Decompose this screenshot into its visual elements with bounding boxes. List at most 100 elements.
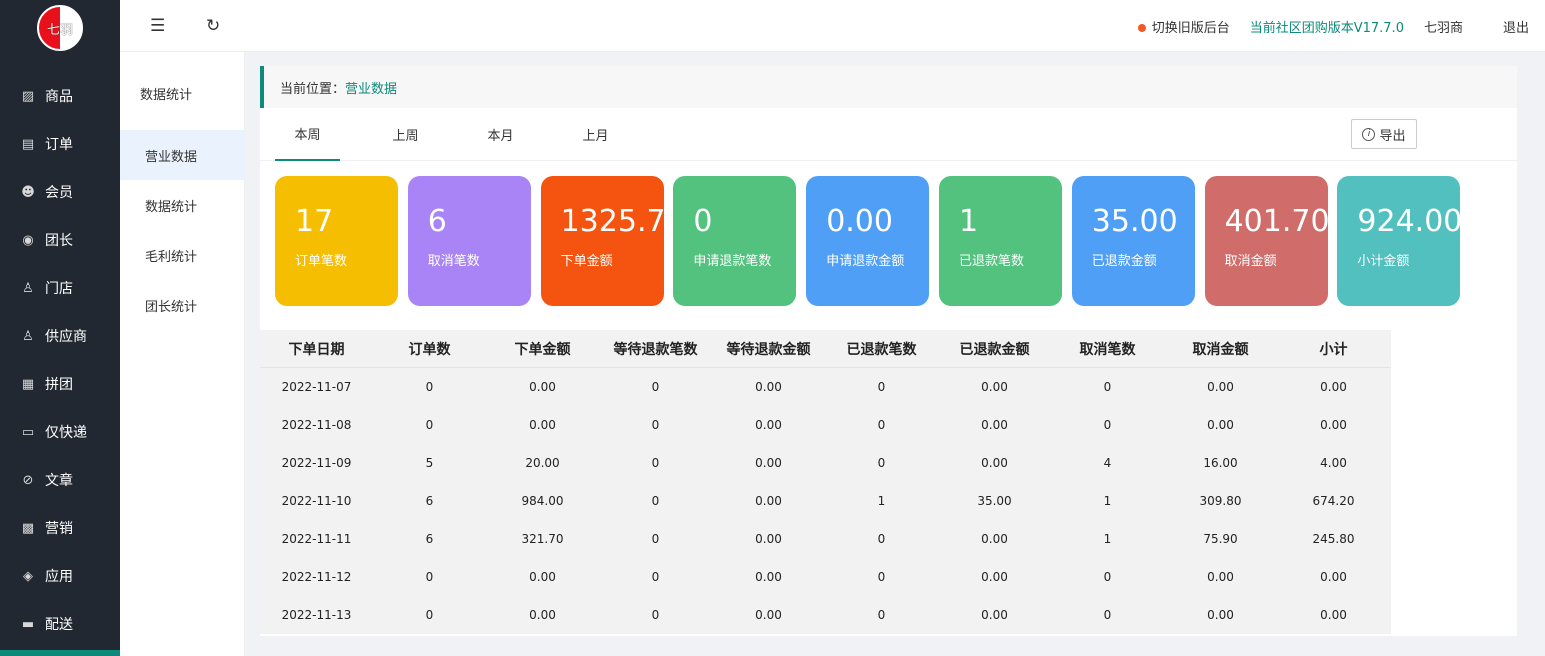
refresh-icon[interactable]: ↻ [206,16,220,36]
table-cell: 0.00 [755,456,782,470]
stat-card: 1325.70 下单金额 [540,176,664,306]
user-name[interactable]: 七羽商 [1424,17,1463,36]
table-cell: 0 [651,608,660,622]
sidebar-item-label: 团长 [45,233,73,249]
tab-3[interactable]: 上月 [563,108,628,161]
stat-card-value: 924.00 [1357,204,1461,239]
stat-card-label: 已退款笔数 [959,254,1025,269]
table-row: 2022-11-13 0 0.00 0 0.00 0 0.00 0 0.00 0.00 [260,596,1391,634]
table-cell: 0.00 [529,570,556,584]
table-cell: 0 [1103,608,1112,622]
sidebar-item-7[interactable]: ▭ 仅快递 [0,408,120,456]
table-cell: 674.20 [1312,494,1355,508]
stat-card-value: 35.00 [1091,204,1178,239]
table-cell: 0.00 [529,608,556,622]
tab-1[interactable]: 上周 [373,108,438,161]
breadcrumb-current[interactable]: 营业数据 [345,78,397,97]
subnav-item-2[interactable]: 毛利统计 [120,230,245,280]
sidebar-item-5[interactable]: ♙ 供应商 [0,312,120,360]
table-cell: 0.00 [981,456,1008,470]
table-header-cell: 小计 [1319,341,1348,358]
sidebar-item-label: 营销 [45,521,73,537]
table-cell: 0.00 [755,380,782,394]
stat-card-label: 已退款金额 [1091,254,1157,269]
sidebar-item-label: 门店 [45,281,73,297]
stat-card: 17 订单笔数 [275,176,398,306]
sub-sidebar: 数据统计 营业数据 数据统计 毛利统计 团长统计 [120,0,245,656]
sidebar-item-4[interactable]: ♙ 门店 [0,264,120,312]
table-cell: 0.00 [1207,380,1234,394]
table-cell: 0.00 [755,532,782,546]
sidebar-item-icon: ◉ [22,232,34,248]
stat-card-value: 1 [959,204,979,239]
table-row: 2022-11-08 0 0.00 0 0.00 0 0.00 0 0.00 0.00 [260,406,1391,444]
sidebar-item-11[interactable]: ▬ 配送 [0,600,120,648]
table-cell: 16.00 [1203,456,1238,470]
table-cell: 309.80 [1199,494,1242,508]
sidebar-item-label: 配送 [45,617,73,633]
sidebar-item-3[interactable]: ◉ 团长 [0,216,120,264]
sidebar-item-0[interactable]: ▨ 商品 [0,72,120,120]
subnav-item-3[interactable]: 团长统计 [120,280,245,330]
table-cell: 0.00 [981,418,1008,432]
sidebar-item-icon: ▬ [21,616,35,632]
sidebar-item-icon: ▩ [21,520,35,536]
tab-0[interactable]: 本周 [275,108,340,161]
table-row: 2022-11-11 6 321.70 0 0.00 0 0.00 1 75.90 245.80 [260,520,1391,558]
sidebar-item-6[interactable]: ▦ 拼团 [0,360,120,408]
stat-card-label: 下单金额 [560,254,613,269]
table-cell: 0 [1103,418,1112,432]
table-cell: 2022-11-09 [281,456,352,470]
table-cell: 0.00 [755,608,782,622]
table-cell: 2022-11-12 [281,570,352,584]
sidebar-item-label: 仅快递 [45,425,87,441]
sidebar-item-icon: ▭ [21,424,35,440]
table-cell: 0 [425,608,434,622]
table-cell: 0 [425,380,434,394]
table-cell: 1 [1103,494,1112,508]
table-cell: 5 [425,456,434,470]
sidebar-item-1[interactable]: ▤ 订单 [0,120,120,168]
subnav-item-1[interactable]: 数据统计 [120,180,245,230]
table-cell: 4 [1103,456,1112,470]
stat-card: 35.00 已退款金额 [1071,176,1195,306]
table-cell: 0 [651,456,660,470]
table-cell: 0 [1103,380,1112,394]
breadcrumb-prefix: 当前位置： [280,81,346,97]
table-cell: 0 [877,380,886,394]
sidebar-item-9[interactable]: ▩ 营销 [0,504,120,552]
table-cell: 0 [651,418,660,432]
stat-card-value: 1325.70 [560,204,664,239]
table-header-cell: 下单日期 [288,341,345,358]
table-cell: 0.00 [1207,418,1234,432]
table-cell: 0.00 [529,418,556,432]
table-cell: 0.00 [1320,380,1347,394]
sidebar-item-label: 文章 [45,473,73,489]
stat-card: 0.00 申请退款金额 [806,176,930,306]
table-header-cell: 已退款金额 [959,341,1030,358]
table-header-cell: 订单数 [408,341,451,358]
table-cell: 984.00 [521,494,564,508]
sidebar-item-2[interactable]: ☻ 会员 [0,168,120,216]
logo[interactable]: 七羽 [37,5,83,51]
switch-old-backend-link[interactable]: 切换旧版后台 [1137,17,1230,36]
table-cell: 75.90 [1203,532,1238,546]
sidebar-item-icon: ⊘ [22,472,34,488]
table-cell: 2022-11-11 [281,532,352,546]
sidebar-item-icon: ▤ [21,136,35,152]
table-cell: 2022-11-08 [281,418,352,432]
collapse-menu-icon[interactable]: ☰ [150,16,165,36]
table-row: 2022-11-09 5 20.00 0 0.00 0 0.00 4 16.00 4.00 [260,444,1391,482]
table-cell: 0.00 [1320,418,1347,432]
tab-2[interactable]: 本月 [468,108,533,161]
stat-card: 401.70 取消金额 [1204,176,1328,306]
export-button[interactable]: i 导出 [1351,119,1417,149]
sidebar-item-10[interactable]: ◈ 应用 [0,552,120,600]
sidebar-nav: ▨ 商品 ▤ 订单 ☻ 会员 ◉ 团长 ♙ 门店 ♙ 供应商 ▦ 拼团 ▭ 仅快递 ⊘ 文章 ▩ 营销 ◈ 应用 ▬ 配送 [0,72,120,648]
logout-link[interactable]: 退出 [1503,17,1529,36]
table-cell: 6 [425,494,434,508]
table-cell: 245.80 [1312,532,1355,546]
sidebar-item-label: 订单 [45,137,73,153]
subnav-item-0[interactable]: 营业数据 [120,130,245,180]
sidebar-item-8[interactable]: ⊘ 文章 [0,456,120,504]
